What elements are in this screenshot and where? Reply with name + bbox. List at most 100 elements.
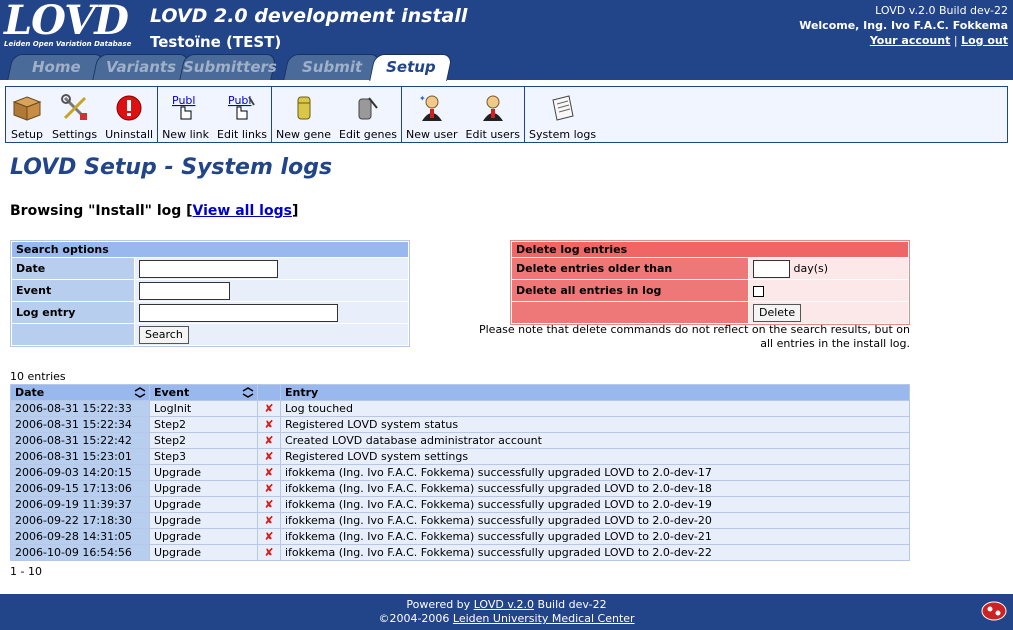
edit-users-label: Edit users <box>465 128 521 141</box>
footer: Powered by LOVD v.2.0 Build dev-22 ©2004… <box>0 594 1013 630</box>
tab-submitters[interactable]: Submitters <box>179 54 277 80</box>
delete-icon[interactable]: ✘ <box>258 481 280 496</box>
days-input[interactable] <box>753 259 790 278</box>
delete-icon[interactable]: ✘ <box>258 465 280 480</box>
column-event[interactable]: Event <box>150 385 257 400</box>
delete-icon[interactable]: ✘ <box>258 401 280 416</box>
new-link-button[interactable]: Publ New link <box>158 87 213 142</box>
search-button[interactable]: Search <box>139 325 189 344</box>
lovd-version-link[interactable]: LOVD v.2.0 <box>474 598 534 611</box>
log-entry-input[interactable] <box>139 303 338 322</box>
lovd-logo[interactable]: LOVD Leiden Open Variation Database <box>4 0 132 50</box>
log-entry-label: Log entry <box>12 302 134 323</box>
table-row: 2006-09-22 17:18:30 Upgrade ✘ ifokkema (Ing… <box>11 513 909 528</box>
delete-button[interactable]: Delete <box>753 303 802 322</box>
svg-text:✦: ✦ <box>419 94 426 103</box>
delete-icon[interactable]: ✘ <box>258 529 280 544</box>
edit-gene-icon <box>351 91 385 125</box>
search-options-title: Search options <box>12 242 408 257</box>
table-row: 2006-08-31 15:22:42 Step2 ✘ Created LOVD da… <box>11 433 909 448</box>
tools-icon <box>58 91 92 125</box>
delete-icon[interactable]: ✘ <box>258 545 280 560</box>
delete-icon[interactable]: ✘ <box>258 417 280 432</box>
link-separator: | <box>953 34 958 47</box>
logo-subtext: Leiden Open Variation Database <box>4 40 132 48</box>
log-table: Date Event Entry 2006-08-31 15:22:33 LogI… <box>10 384 910 561</box>
toolbar-group-genes: New gene Edit genes <box>272 87 403 142</box>
box-icon <box>10 91 44 125</box>
delete-note: Please note that delete commands do not … <box>478 323 910 350</box>
delete-log-entries-table: Delete log entries Delete entries older … <box>510 240 910 325</box>
settings-button[interactable]: Settings <box>48 87 101 142</box>
table-row: 2006-09-15 17:13:06 Upgrade ✘ ifokkema (Ing… <box>11 481 909 496</box>
edit-link-icon: Publ <box>225 91 259 125</box>
results-range: 1 - 10 <box>10 565 42 578</box>
delete-all-checkbox[interactable] <box>753 285 764 297</box>
user-info: LOVD v.2.0 Build dev-22 Welcome, Ing. Iv… <box>799 3 1008 48</box>
gene-title: Testoïne (TEST) <box>150 33 282 51</box>
uninstall-button[interactable]: Uninstall <box>101 87 157 142</box>
delete-all-label: Delete all entries in log <box>512 280 748 301</box>
new-user-button[interactable]: ✦ New user <box>402 87 461 142</box>
tab-variants[interactable]: Variants <box>92 54 190 80</box>
uninstall-label: Uninstall <box>105 128 154 141</box>
delete-icon[interactable]: ✘ <box>258 497 280 512</box>
toolbar-group-logs: System logs <box>525 87 600 142</box>
edit-users-button[interactable]: Edit users <box>462 87 525 142</box>
lumc-logo-icon[interactable] <box>981 601 1007 621</box>
browse-heading: Browsing "Install" log [View all logs] <box>10 203 299 219</box>
page-title: LOVD Setup - System logs <box>10 155 333 180</box>
edit-links-button[interactable]: Publ Edit links <box>213 87 271 142</box>
delete-log-entries-title: Delete log entries <box>512 242 908 257</box>
column-date[interactable]: Date <box>11 385 149 400</box>
system-logs-label: System logs <box>529 128 597 141</box>
lumc-link[interactable]: Leiden University Medical Center <box>453 612 635 625</box>
setup-label: Setup <box>10 128 44 141</box>
entries-count: 10 entries <box>10 370 66 383</box>
delete-icon[interactable]: ✘ <box>258 513 280 528</box>
date-input[interactable] <box>139 259 278 278</box>
new-gene-button[interactable]: New gene <box>272 87 335 142</box>
sort-icon <box>242 387 254 398</box>
search-options-table: Search options Date Event Log entry Sear… <box>10 240 410 347</box>
stop-icon <box>112 91 146 125</box>
edit-genes-label: Edit genes <box>339 128 398 141</box>
delete-older-label: Delete entries older than <box>512 258 748 279</box>
new-user-icon: ✦ <box>415 91 449 125</box>
tab-home[interactable]: Home <box>7 54 105 80</box>
toolbar-group-users: ✦ New user Edit users <box>402 87 526 142</box>
delete-icon[interactable]: ✘ <box>258 449 280 464</box>
new-link-label: New link <box>162 128 210 141</box>
setup-button[interactable]: Setup <box>6 87 48 142</box>
date-label: Date <box>12 258 134 279</box>
log-icon <box>546 91 580 125</box>
tab-setup[interactable]: Setup <box>369 54 453 81</box>
table-row: 2006-09-03 14:20:15 Upgrade ✘ ifokkema (Ing… <box>11 465 909 480</box>
welcome-text: Welcome, Ing. Ivo F.A.C. Fokkema <box>799 19 1008 32</box>
table-row: 2006-08-31 15:22:33 LogInit ✘ Log touched <box>11 401 909 416</box>
table-row: 2006-08-31 15:23:01 Step3 ✘ Registered LOVD… <box>11 449 909 464</box>
version-text: LOVD v.2.0 Build dev-22 <box>875 4 1008 17</box>
logo-text: LOVD <box>4 0 129 44</box>
svg-text:Publ: Publ <box>228 94 251 107</box>
header: LOVD Leiden Open Variation Database LOVD… <box>0 0 1013 81</box>
toolbar-group-links: Publ New link Publ Edit links <box>158 87 273 142</box>
logout-link[interactable]: Log out <box>961 34 1008 47</box>
settings-label: Settings <box>52 128 98 141</box>
column-entry: Entry <box>281 385 909 400</box>
system-logs-button[interactable]: System logs <box>525 87 600 142</box>
edit-links-label: Edit links <box>217 128 268 141</box>
edit-user-icon <box>476 91 510 125</box>
event-input[interactable] <box>139 281 230 300</box>
gene-icon <box>287 91 321 125</box>
table-row: 2006-10-09 16:54:56 Upgrade ✘ ifokkema (Ing… <box>11 545 909 560</box>
delete-icon[interactable]: ✘ <box>258 433 280 448</box>
view-all-logs-link[interactable]: View all logs <box>193 203 292 219</box>
your-account-link[interactable]: Your account <box>870 34 951 47</box>
tab-submit[interactable]: Submit <box>283 54 381 80</box>
svg-text:Publ: Publ <box>172 94 195 107</box>
edit-genes-button[interactable]: Edit genes <box>335 87 401 142</box>
event-label: Event <box>12 280 134 301</box>
sort-icon <box>134 387 146 398</box>
new-user-label: New user <box>406 128 458 141</box>
